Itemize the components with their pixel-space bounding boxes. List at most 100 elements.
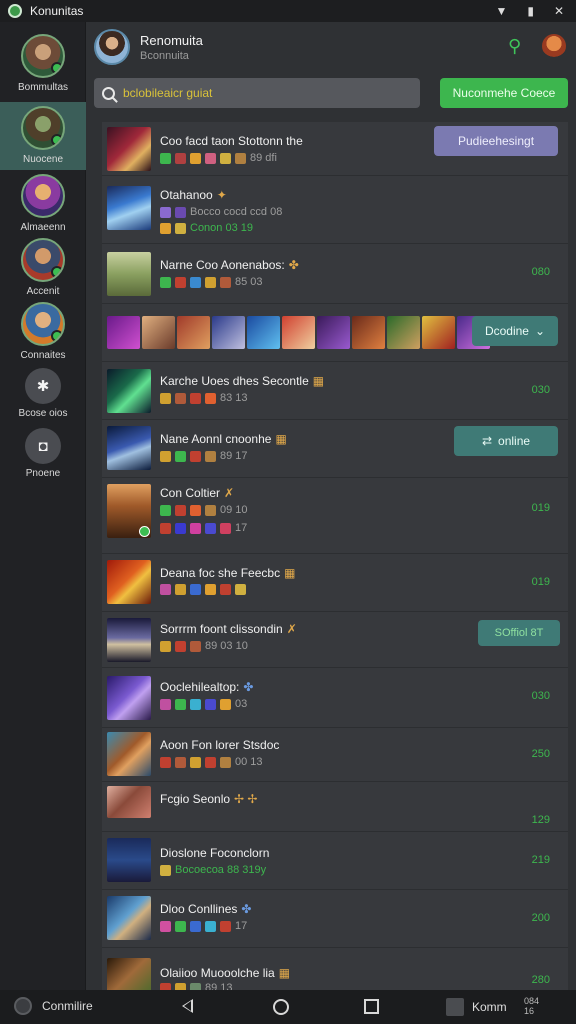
list-item[interactable]: Ooclehilealtop: ✤ 03 030 — [102, 668, 568, 728]
row-subtitle: 89 dfi — [160, 152, 277, 164]
sidebar-item-label: Pnoene — [25, 468, 61, 479]
avatar-gallery — [107, 316, 490, 349]
search-input[interactable] — [123, 86, 413, 100]
sidebar-item-nuocene[interactable]: Nuocene — [0, 102, 86, 170]
gallery-thumbnail[interactable] — [142, 316, 175, 349]
row-subtitle: 89 17 — [160, 450, 248, 462]
sidebar-item-connaites[interactable]: Connaites — [0, 302, 86, 366]
search-bar — [94, 78, 420, 108]
gallery-thumbnail[interactable] — [212, 316, 245, 349]
online-indicator-icon — [51, 330, 63, 342]
row-value: 129 — [531, 814, 550, 826]
online-indicator-icon — [51, 266, 63, 278]
list-item[interactable]: Sorrrm foont clissondin ✗ 89 03 10 SOffio… — [102, 612, 568, 668]
sidebar-item-bommultas[interactable]: Bommultas — [0, 34, 86, 98]
row-action-button[interactable]: Pudieehesingt — [434, 126, 558, 156]
row-title: Deana foc she Feecbc ▦ — [160, 566, 296, 580]
chat-icon: ◘ — [25, 428, 61, 464]
nav-app-button[interactable]: Conmilire — [14, 997, 93, 1015]
list-item[interactable]: Nane Aonnl cnoonhe ▦ 89 17 ⇄ online — [102, 420, 568, 478]
row-subtitle: Bocco cocd ccd 08 — [160, 206, 282, 218]
row-subtitle: 85 03 — [160, 276, 263, 288]
avatar — [21, 106, 65, 150]
list-item[interactable]: Aoon Fon lorer Stsdoc 00 13 250 — [102, 728, 568, 782]
keyboard-icon — [446, 998, 464, 1016]
avatar[interactable] — [94, 29, 130, 65]
row-subtitle: 83 13 — [160, 392, 248, 404]
gallery-thumbnail[interactable] — [282, 316, 315, 349]
row-title: Dloo Conllines ✤ — [160, 902, 252, 916]
gallery-thumbnail[interactable] — [387, 316, 420, 349]
gallery-thumbnail[interactable] — [422, 316, 455, 349]
user-avatar-icon[interactable] — [542, 34, 566, 58]
nav-right-button[interactable]: Komm — [446, 998, 507, 1016]
list-item[interactable]: Otahanoo ✦ Bocco cocd ccd 08 Conon 03 19 — [102, 176, 568, 244]
gallery-thumbnail[interactable] — [107, 316, 140, 349]
row-subtitle — [160, 584, 250, 595]
online-indicator-icon — [139, 526, 150, 537]
list-item[interactable]: Dioslone Foconclorn Bocoecoa 88 319y 219 — [102, 832, 568, 890]
sidebar-item-almaeenn[interactable]: Almaeenn — [0, 174, 86, 238]
row-value: 250 — [531, 748, 550, 760]
dropdown-button[interactable]: Dcodine ⌄ — [472, 316, 558, 346]
sidebar-item-label: Connaites — [20, 350, 66, 361]
sidebar-item-pnoene[interactable]: ◘ Pnoene — [0, 428, 86, 484]
list-item[interactable]: Coo facd taon Stottonn the 89 dfi Pudiee… — [102, 122, 568, 176]
nav-left-label: Conmilire — [42, 999, 93, 1013]
row-title: Ooclehilealtop: ✤ — [160, 680, 254, 694]
list-item[interactable]: Con Coltier ✗ 09 10 17 019 — [102, 478, 568, 554]
row-title: Nane Aonnl cnoonhe ▦ — [160, 432, 287, 446]
online-button[interactable]: ⇄ online — [454, 426, 558, 456]
list-item[interactable]: Karche Uoes dhes Secontle ▦ 83 13 030 — [102, 362, 568, 420]
chat-header: Renomuita Bconnuita ⚲ — [86, 22, 576, 72]
row-value: 080 — [531, 266, 550, 278]
sidebar-item-label: Accenit — [26, 286, 60, 297]
gallery-thumbnail[interactable] — [177, 316, 210, 349]
recent-apps-icon[interactable] — [364, 999, 379, 1014]
list-item[interactable]: Dloo Conllines ✤ 17 200 — [102, 890, 568, 948]
search-icon[interactable]: ⚲ — [508, 36, 521, 57]
primary-action-button[interactable]: Nuconmehe Coece — [440, 78, 568, 108]
sidebar-item-label: Bcose oios — [18, 408, 68, 419]
page-title: Renomuita — [140, 32, 203, 48]
home-icon[interactable] — [273, 999, 289, 1015]
battery-icon: ▮ — [527, 4, 534, 18]
close-icon[interactable]: ✕ — [554, 4, 564, 18]
link-icon: ⇄ — [481, 434, 493, 448]
bottom-nav-bar: Conmilire Komm 084 16 — [0, 990, 576, 1024]
gallery-thumbnail[interactable] — [317, 316, 350, 349]
row-subtitle-2: 17 — [160, 522, 247, 534]
row-value: 219 — [531, 854, 550, 866]
app-root: Konunitas ▼ ▮ ✕ Bommultas Nuocene Almaee… — [0, 0, 576, 1024]
game-thumbnail — [107, 186, 151, 230]
game-thumbnail — [107, 127, 151, 171]
gallery-row: Dcodine ⌄ — [102, 304, 568, 362]
row-title: Olaiioo Muooolche lia ▦ — [160, 966, 291, 980]
row-subtitle: 09 10 — [160, 504, 248, 516]
sidebar-item-accenit[interactable]: Accenit — [0, 238, 86, 302]
game-thumbnail — [107, 252, 151, 296]
row-title: Dioslone Foconclorn — [160, 846, 270, 860]
sidebar-item-settings[interactable]: ✱ Bcose oios — [0, 368, 86, 424]
list-item[interactable]: Deana foc she Feecbc ▦ 019 — [102, 554, 568, 612]
clock: 084 16 — [524, 996, 540, 1016]
sidebar-item-label: Almaeenn — [20, 222, 66, 233]
game-thumbnail — [107, 896, 151, 940]
list-item[interactable]: Olaiioo Muooolche lia ▦ 89 13 280 — [102, 948, 568, 1002]
gallery-thumbnail[interactable] — [352, 316, 385, 349]
wifi-icon: ▼ — [495, 4, 508, 18]
game-thumbnail — [107, 426, 151, 470]
app-icon — [14, 997, 32, 1015]
list-item[interactable]: Narne Coo Aonenabos: ✤ 85 03 080 — [102, 244, 568, 304]
list-item[interactable]: Fcgio Seonlo ✢ ✢ 129 — [102, 782, 568, 832]
avatar — [21, 174, 65, 218]
search-icon — [102, 86, 115, 100]
gallery-thumbnail[interactable] — [247, 316, 280, 349]
row-title: Coo facd taon Stottonn the — [160, 134, 303, 148]
game-thumbnail — [107, 560, 151, 604]
sidebar-item-label: Bommultas — [17, 82, 68, 93]
main-panel: Renomuita Bconnuita ⚲ Nuconmehe Coece Co… — [86, 22, 576, 1002]
row-action-button[interactable]: SOffiol 8T — [478, 620, 560, 646]
sidebar: Bommultas Nuocene Almaeenn Accenit Conna… — [0, 22, 86, 990]
back-icon[interactable] — [182, 999, 193, 1013]
